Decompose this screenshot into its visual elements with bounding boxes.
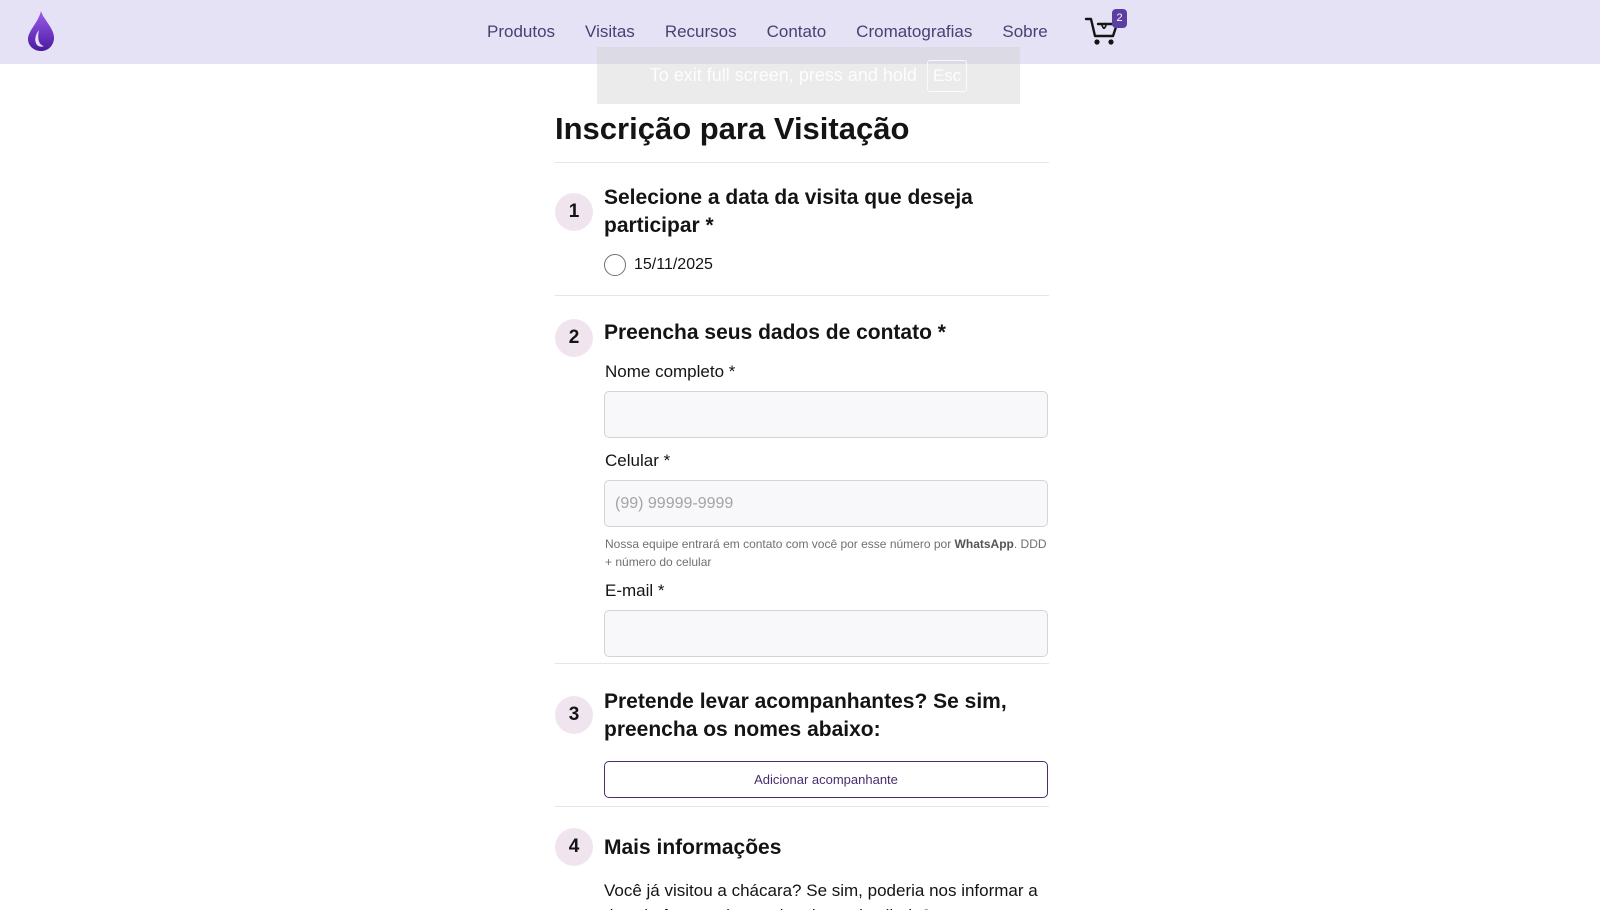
date-option-label[interactable]: 15/11/2025 (634, 256, 713, 274)
nav-link-visitas[interactable]: Visitas (585, 20, 635, 44)
nav-link-recursos[interactable]: Recursos (665, 20, 737, 44)
fullscreen-notice-key: Esc (926, 59, 968, 92)
drop-logo-icon[interactable] (26, 10, 56, 52)
nav-link-contato[interactable]: Contato (767, 20, 827, 44)
step-3-companions: 3 Pretende levar acompanhantes? Se sim, … (555, 664, 1049, 806)
nav-link-produtos[interactable]: Produtos (487, 20, 555, 44)
step-4-more-info: 4 Mais informações Você já visitou a chá… (555, 807, 1049, 910)
full-name-label: Nome completo * (605, 362, 736, 381)
add-companion-button[interactable]: Adicionar acompanhante (604, 761, 1048, 798)
main-nav: Produtos Visitas Recursos Contato Cromat… (487, 20, 1078, 44)
step-number-1: 1 (555, 193, 593, 231)
phone-input[interactable] (604, 480, 1048, 527)
phone-help-prefix: Nossa equipe entrará em contato com você… (605, 537, 955, 551)
phone-help-whatsapp: WhatsApp (954, 537, 1014, 551)
page-title: Inscrição para Visitação (555, 111, 910, 146)
step-number-4: 4 (555, 828, 593, 866)
date-option-radio[interactable] (604, 254, 626, 276)
phone-label: Celular * (605, 451, 671, 470)
step-2-title: Preencha seus dados de contato * (604, 321, 946, 344)
step-4-question: Você já visitou a chácara? Se sim, poder… (604, 881, 1038, 910)
cart-count-badge: 2 (1112, 9, 1127, 28)
step-1-visit-date: 1 Selecione a data da visita que deseja … (555, 163, 1049, 295)
fullscreen-exit-notice: To exit full screen, press and hold Esc (597, 47, 1020, 104)
email-label: E-mail * (605, 581, 665, 600)
step-1-title: Selecione a data da visita que deseja pa… (604, 186, 973, 237)
step-4-title: Mais informações (604, 836, 782, 859)
step-number-3: 3 (555, 696, 593, 734)
email-input[interactable] (604, 610, 1048, 657)
step-3-title: Pretende levar acompanhantes? Se sim, pr… (604, 690, 1007, 741)
step-2-contact-details: 2 Preencha seus dados de contato * Nome … (555, 296, 1049, 663)
phone-help-text: Nossa equipe entrará em contato com você… (604, 535, 1049, 571)
visit-registration-form: Inscrição para Visitação 1 Selecione a d… (555, 108, 1049, 910)
step-number-2: 2 (555, 319, 593, 357)
date-option-row[interactable]: 15/11/2025 (604, 254, 1049, 276)
full-name-input[interactable] (604, 391, 1048, 438)
fullscreen-notice-text: To exit full screen, press and hold (649, 65, 917, 85)
nav-link-cromatografias[interactable]: Cromatografias (856, 20, 972, 44)
nav-link-sobre[interactable]: Sobre (1002, 20, 1047, 44)
